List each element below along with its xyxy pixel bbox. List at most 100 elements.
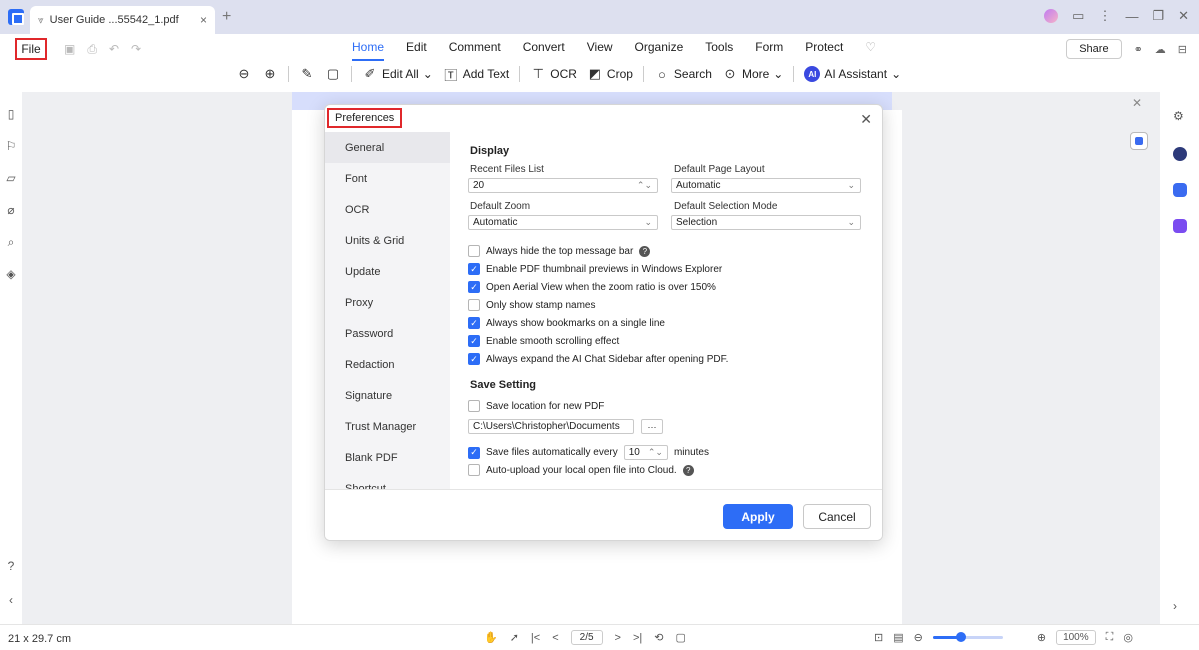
nav-trust-manager[interactable]: Trust Manager xyxy=(325,411,450,442)
shape-dropdown-icon[interactable]: ▢ xyxy=(325,66,341,82)
page-layout-icon[interactable]: ▤ xyxy=(893,631,903,644)
cloud-upload-icon[interactable]: ☁ xyxy=(1155,43,1166,56)
checkbox[interactable] xyxy=(468,299,480,311)
help-icon[interactable]: ? xyxy=(4,559,18,573)
checkbox[interactable] xyxy=(468,335,480,347)
option-stamp-names[interactable]: Only show stamp names xyxy=(468,299,596,311)
checkbox[interactable] xyxy=(468,263,480,275)
nav-signature[interactable]: Signature xyxy=(325,380,450,411)
help-icon[interactable]: ? xyxy=(682,464,694,476)
properties-icon[interactable]: ⚙ xyxy=(1173,109,1187,123)
nav-proxy[interactable]: Proxy xyxy=(325,287,450,318)
restore-icon[interactable]: ❐ xyxy=(1152,8,1164,24)
recent-files-stepper[interactable]: 20 ⌃⌄ xyxy=(468,178,658,193)
more-vertical-icon[interactable]: ⋮ xyxy=(1098,8,1111,24)
zoom-in-icon[interactable]: ⊕ xyxy=(1037,631,1046,644)
fit-page-icon[interactable]: ⊡ xyxy=(874,631,883,644)
tab-form[interactable]: Form xyxy=(755,40,783,54)
minimize-icon[interactable]: — xyxy=(1125,9,1138,24)
zoom-slider-handle[interactable] xyxy=(955,632,966,642)
nav-font[interactable]: Font xyxy=(325,163,450,194)
tips-icon[interactable]: ♡ xyxy=(865,40,876,54)
collapse-right-icon[interactable]: › xyxy=(1173,599,1187,613)
hand-tool-icon[interactable]: ✋ xyxy=(484,631,498,644)
tab-edit[interactable]: Edit xyxy=(406,40,427,54)
nav-update[interactable]: Update xyxy=(325,256,450,287)
page-layout-select[interactable]: Automatic ⌄ xyxy=(671,178,861,193)
edit-all-button[interactable]: ✐ Edit All ⌄ xyxy=(362,66,433,82)
zoom-out-icon[interactable]: ⊖ xyxy=(914,631,923,644)
tab-convert[interactable]: Convert xyxy=(523,40,565,54)
checkbox[interactable] xyxy=(468,317,480,329)
selection-mode-select[interactable]: Selection ⌄ xyxy=(671,215,861,230)
apply-button[interactable]: Apply xyxy=(723,504,793,529)
ai-tool-icon[interactable] xyxy=(1173,219,1187,233)
option-smooth-scrolling[interactable]: Enable smooth scrolling effect xyxy=(468,335,619,347)
nav-ocr[interactable]: OCR xyxy=(325,194,450,225)
nav-blank-pdf[interactable]: Blank PDF xyxy=(325,442,450,473)
zoom-slider[interactable] xyxy=(932,632,1003,642)
nav-units-grid[interactable]: Units & Grid xyxy=(325,225,450,256)
cancel-button[interactable]: Cancel xyxy=(803,504,871,529)
more-button[interactable]: ⊙ More ⌄ xyxy=(722,66,784,82)
translate-icon[interactable] xyxy=(1173,183,1187,197)
close-tab-icon[interactable]: × xyxy=(200,13,207,27)
nav-shortcut[interactable]: Shortcut xyxy=(325,473,450,490)
option-thumbnail-previews[interactable]: Enable PDF thumbnail previews in Windows… xyxy=(468,263,722,275)
stepper-arrows-icon[interactable]: ⌃⌄ xyxy=(637,180,652,191)
share-button[interactable]: Share xyxy=(1066,39,1122,59)
ai-floating-button[interactable] xyxy=(1130,132,1148,150)
prev-page-icon[interactable]: < xyxy=(552,632,558,644)
option-save-location[interactable]: Save location for new PDF xyxy=(468,400,604,412)
avatar[interactable] xyxy=(1044,9,1059,23)
file-menu-button[interactable]: File xyxy=(15,38,47,60)
tab-comment[interactable]: Comment xyxy=(449,40,501,54)
default-zoom-select[interactable]: Automatic ⌄ xyxy=(468,215,658,230)
read-mode-icon[interactable]: ◎ xyxy=(1123,631,1133,644)
option-hide-message-bar[interactable]: Always hide the top message bar ? xyxy=(468,245,651,257)
checkbox[interactable] xyxy=(468,281,480,293)
tab-home[interactable]: Home xyxy=(352,40,385,61)
document-tab[interactable]: ⩔ User Guide ...55542_1.pdf × xyxy=(30,6,215,34)
next-page-icon[interactable]: > xyxy=(615,632,621,644)
new-tab-button[interactable]: + xyxy=(222,8,231,26)
fullscreen-icon[interactable]: ⛶ xyxy=(1106,631,1114,644)
dialog-close-icon[interactable]: ✕ xyxy=(860,111,872,128)
tab-protect[interactable]: Protect xyxy=(805,40,843,54)
option-bookmarks-single-line[interactable]: Always show bookmarks on a single line xyxy=(468,317,665,329)
close-window-icon[interactable]: ✕ xyxy=(1178,8,1189,24)
nav-general[interactable]: General xyxy=(325,132,450,163)
layers-icon[interactable]: ◈ xyxy=(4,267,18,281)
ai-bot-icon[interactable] xyxy=(1173,147,1187,161)
option-auto-upload[interactable]: Auto-upload your local open file into Cl… xyxy=(468,464,694,476)
crop-button[interactable]: ◩ Crop xyxy=(587,66,633,82)
last-page-icon[interactable]: >| xyxy=(633,632,642,644)
rotate-icon[interactable]: ⟲ xyxy=(654,631,663,644)
zoom-in-icon[interactable]: ⊕ xyxy=(262,66,278,82)
stepper-arrows-icon[interactable]: ⌃⌄ xyxy=(648,447,663,458)
print-icon[interactable]: ⎙ xyxy=(87,42,97,57)
comment-icon[interactable]: ▱ xyxy=(4,171,18,185)
save-path-input[interactable]: C:\Users\Christopher\Documents xyxy=(468,419,634,434)
ocr-button[interactable]: ⊤ OCR xyxy=(530,66,577,82)
save-icon[interactable]: ▣ xyxy=(64,42,75,57)
add-text-button[interactable]: 🅃 Add Text xyxy=(443,66,509,83)
redo-icon[interactable]: ↷ xyxy=(131,42,141,57)
option-ai-chat-sidebar[interactable]: Always expand the AI Chat Sidebar after … xyxy=(468,353,728,365)
nav-password[interactable]: Password xyxy=(325,318,450,349)
tab-organize[interactable]: Organize xyxy=(635,40,684,54)
browse-button[interactable]: ··· xyxy=(641,419,663,434)
collapse-left-icon[interactable]: ‹ xyxy=(4,593,18,607)
zoom-out-icon[interactable]: ⊖ xyxy=(236,66,252,82)
thumbnail-icon[interactable]: ▯ xyxy=(4,107,18,121)
checkbox[interactable] xyxy=(468,464,480,476)
undo-icon[interactable]: ↶ xyxy=(109,42,119,57)
checkbox[interactable] xyxy=(468,245,480,257)
option-autosave[interactable]: Save files automatically every 10 ⌃⌄ min… xyxy=(468,445,709,460)
attachment-icon[interactable]: ⌀ xyxy=(4,203,18,217)
message-icon[interactable]: ▭ xyxy=(1072,8,1084,24)
first-page-icon[interactable]: |< xyxy=(531,632,540,644)
zoom-level-select[interactable]: 100% xyxy=(1056,630,1096,645)
help-icon[interactable]: ? xyxy=(639,245,651,257)
checkbox[interactable] xyxy=(468,400,480,412)
